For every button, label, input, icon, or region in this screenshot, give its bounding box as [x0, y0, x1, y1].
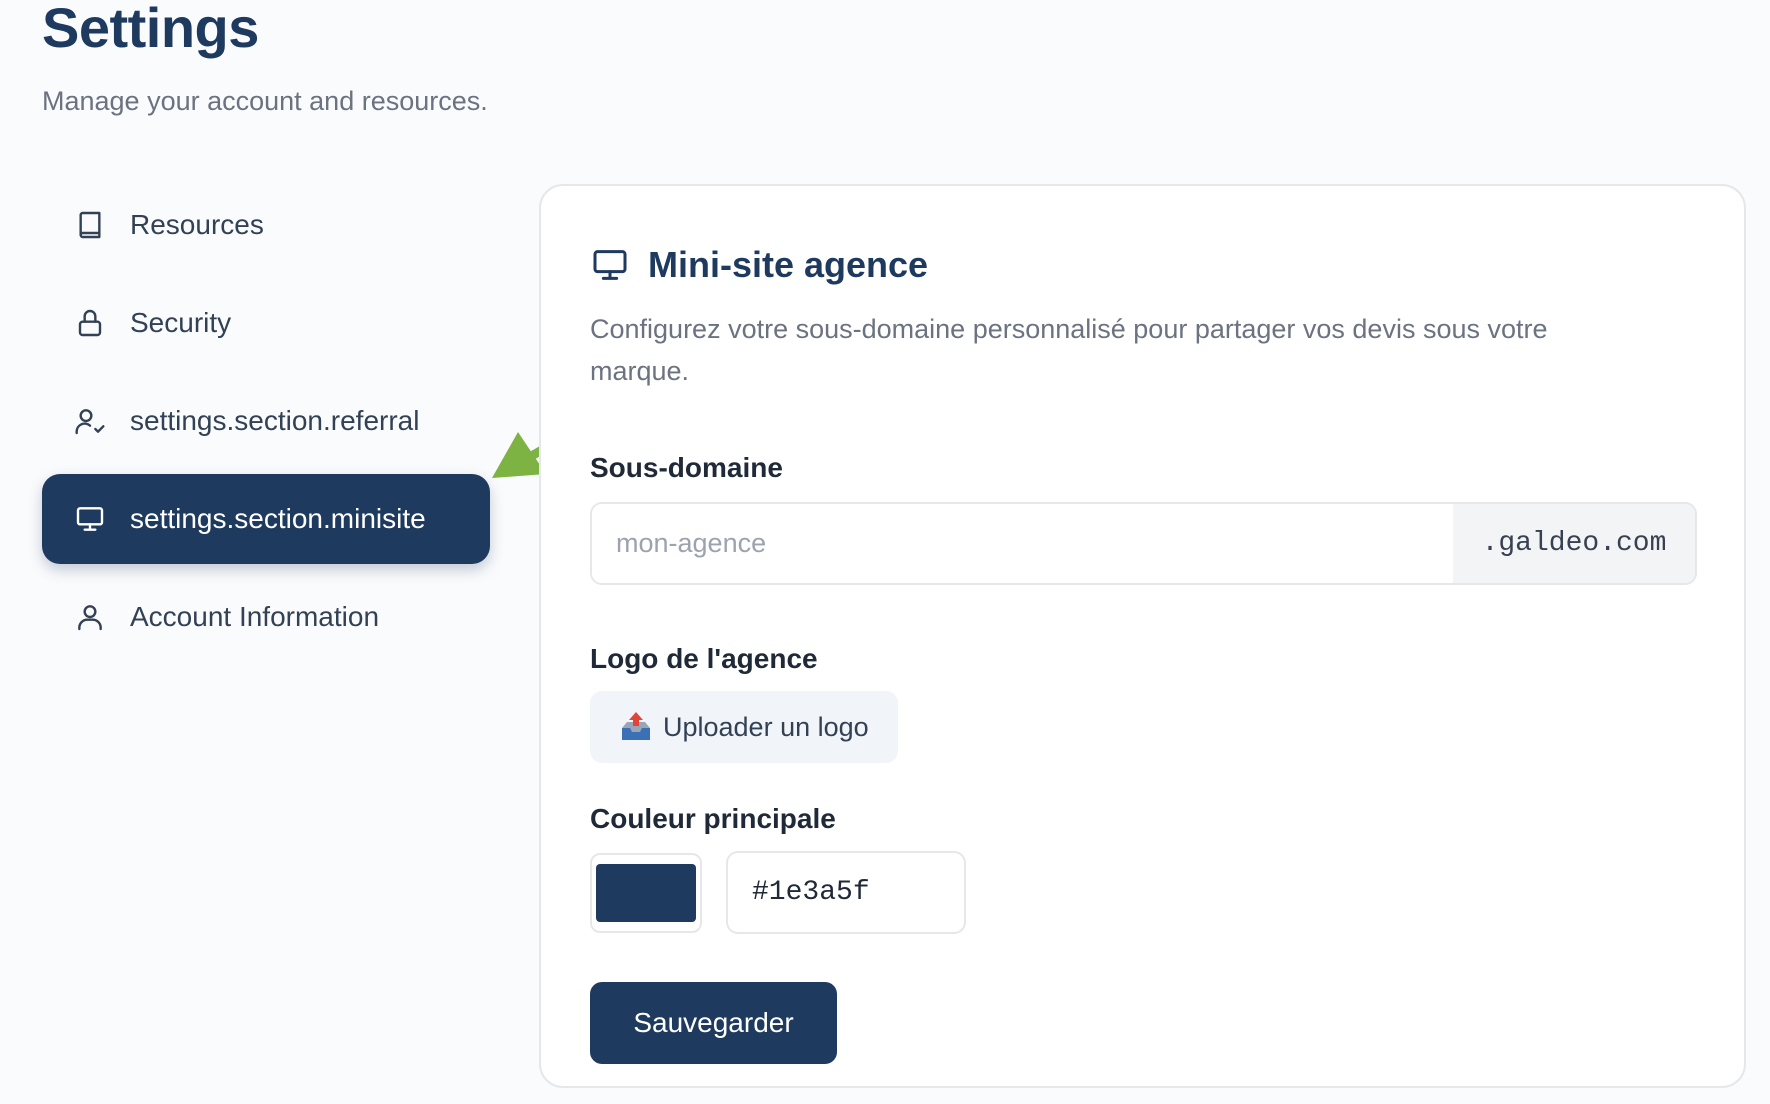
page-subtitle: Manage your account and resources. [42, 86, 488, 116]
sidebar-item-label: Account Information [130, 601, 380, 632]
lock-icon [74, 307, 106, 339]
color-picker[interactable] [590, 852, 702, 933]
sidebar-item-label: Resources [130, 209, 264, 240]
user-check-icon [74, 405, 106, 437]
upload-logo-label: Uploader un logo [663, 711, 869, 742]
settings-sidebar: Resources Security settings.section.refe… [42, 180, 490, 670]
page-title: Settings [42, 0, 259, 59]
color-hex-input[interactable] [726, 851, 966, 934]
sidebar-item-label: settings.section.minisite [130, 503, 426, 534]
sidebar-item-label: settings.section.referral [130, 405, 420, 436]
logo-label: Logo de l'agence [590, 643, 818, 674]
outbox-tray-icon [619, 710, 653, 744]
color-swatch [596, 863, 696, 922]
page-header: Settings Manage your account and resourc… [42, 0, 488, 117]
upload-logo-button[interactable]: Uploader un logo [590, 691, 898, 763]
color-label: Couleur principale [590, 803, 836, 834]
user-icon [74, 601, 106, 633]
monitor-icon [74, 503, 106, 535]
card-header: Mini-site agence [590, 244, 1695, 286]
card-description: Configurez votre sous-domaine personnali… [590, 314, 1548, 386]
subdomain-input[interactable] [592, 504, 1453, 583]
sidebar-item-security[interactable]: Security [42, 278, 490, 368]
sidebar-item-label: Security [130, 307, 232, 338]
subdomain-suffix: .galdeo.com [1453, 504, 1695, 583]
minisite-card: Mini-site agence Configurez votre sous-d… [539, 184, 1746, 1088]
sidebar-item-resources[interactable]: Resources [42, 180, 490, 270]
subdomain-field-group: .galdeo.com [590, 502, 1697, 585]
book-icon [74, 209, 106, 241]
save-button[interactable]: Sauvegarder [590, 982, 837, 1064]
color-field-group [590, 851, 1695, 934]
sidebar-item-referral[interactable]: settings.section.referral [42, 376, 490, 466]
monitor-icon [590, 245, 630, 285]
card-title: Mini-site agence [648, 244, 929, 285]
sidebar-item-account-information[interactable]: Account Information [42, 572, 490, 662]
subdomain-label: Sous-domaine [590, 452, 783, 483]
sidebar-item-minisite[interactable]: settings.section.minisite [42, 474, 490, 564]
